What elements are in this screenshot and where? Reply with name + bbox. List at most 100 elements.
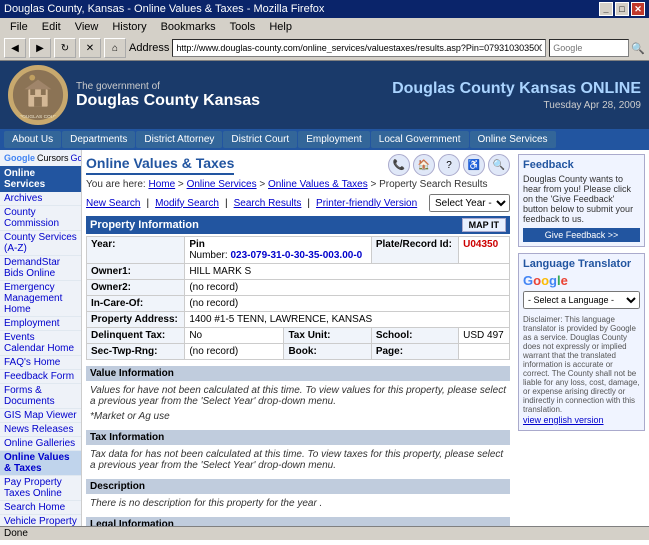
reload-button[interactable]: ↻ (54, 38, 76, 58)
number-label: Number: (189, 250, 227, 261)
sidebar-item-pay-taxes[interactable]: Pay Property Taxes Online (0, 476, 81, 501)
help-icon[interactable]: ? (438, 154, 460, 176)
google-label: Google (4, 153, 35, 163)
breadcrumb-online-values[interactable]: Online Values & Taxes (268, 179, 368, 190)
sidebar-item-demandstar[interactable]: DemandStar Bids Online (0, 256, 81, 281)
owner1-label: Owner1: (87, 264, 185, 280)
menu-help[interactable]: Help (263, 20, 298, 34)
nav-district-court[interactable]: District Court (223, 131, 297, 148)
phone-icon[interactable]: 📞 (388, 154, 410, 176)
stop-button[interactable]: ✕ (79, 38, 101, 58)
page-wrapper: DOUGLAS COUNTY The government of Douglas… (0, 61, 649, 526)
address-label: Address (129, 42, 169, 54)
menu-history[interactable]: History (106, 20, 152, 34)
year-label: Year: (87, 237, 185, 264)
legal-info-title: Legal Information (86, 517, 510, 526)
home-icon[interactable]: 🏠 (413, 154, 435, 176)
title-bar: Douglas County, Kansas - Online Values &… (0, 0, 649, 18)
sidebar-item-feedback[interactable]: Feedback Form (0, 370, 81, 384)
owner2-value: (no record) (185, 280, 510, 296)
language-select[interactable]: - Select a Language - (523, 291, 640, 309)
site-header: DOUGLAS COUNTY The government of Douglas… (0, 61, 649, 129)
sidebar-item-commission[interactable]: County Commission (0, 206, 81, 231)
close-button[interactable]: ✕ (631, 2, 645, 16)
school-value: USD 497 (459, 328, 510, 344)
search-input[interactable] (549, 39, 629, 57)
new-search-link[interactable]: New Search (86, 198, 140, 209)
address-bar: Address (129, 39, 546, 57)
search-results-link[interactable]: Search Results (234, 198, 302, 209)
table-row: Owner2: (no record) (87, 280, 510, 296)
sidebar-item-forms[interactable]: Forms & Documents (0, 384, 81, 409)
pin-number: 023-079-31-0-30-35-003.00-0 (230, 250, 362, 261)
cursors-label: Cursors (37, 153, 69, 163)
action-bar: New Search | Modify Search | Search Resu… (86, 194, 510, 212)
delinquent-label: Delinquent Tax: (87, 328, 185, 344)
language-box: Language Translator Google - Select a La… (518, 253, 645, 431)
description-section: Description There is no description for … (86, 479, 510, 511)
nav-local-government[interactable]: Local Government (371, 131, 469, 148)
sidebar-item-archives[interactable]: Archives (0, 192, 81, 206)
minimize-button[interactable]: _ (599, 2, 613, 16)
breadcrumb-home[interactable]: Home (148, 179, 175, 190)
nav-about-us[interactable]: About Us (4, 131, 61, 148)
sidebar-item-faq[interactable]: FAQ's Home (0, 356, 81, 370)
sidebar-item-search[interactable]: Search Home (0, 501, 81, 515)
menu-edit[interactable]: Edit (36, 20, 67, 34)
sidebar-item-online-values[interactable]: Online Values & Taxes (0, 451, 81, 476)
feedback-button[interactable]: Give Feedback >> (523, 228, 640, 242)
phone-icons: 📞 🏠 ? ♿ 🔍 (388, 154, 510, 176)
accessibility-icon[interactable]: ♿ (463, 154, 485, 176)
nav-online-services[interactable]: Online Services (470, 131, 556, 148)
menu-bookmarks[interactable]: Bookmarks (155, 20, 222, 34)
printer-friendly-link[interactable]: Printer-friendly Version (316, 198, 417, 209)
home-button[interactable]: ⌂ (104, 38, 126, 58)
logo-text: The government of Douglas County Kansas (76, 81, 260, 110)
sidebar: Google Cursors Go Online Services Archiv… (0, 150, 82, 526)
modify-search-link[interactable]: Modify Search (155, 198, 219, 209)
select-year-container: Select Year - (429, 194, 510, 212)
owner1-value: HILL MARK S (185, 264, 510, 280)
delinquent-value: No (185, 328, 284, 344)
sidebar-item-news[interactable]: News Releases (0, 423, 81, 437)
maximize-button[interactable]: □ (615, 2, 629, 16)
pin-label: Pin (189, 239, 205, 250)
description-title: Description (86, 479, 510, 494)
property-info-header: Property Information MAP IT (86, 216, 510, 234)
property-info-title: Property Information (90, 219, 199, 231)
county-logo: DOUGLAS COUNTY (8, 65, 68, 125)
sidebar-item-employment[interactable]: Employment (0, 317, 81, 331)
main-layout: Google Cursors Go Online Services Archiv… (0, 150, 649, 526)
search-page-icon[interactable]: 🔍 (488, 154, 510, 176)
search-icon: 🔍 (631, 42, 645, 55)
language-title: Language Translator (523, 258, 640, 270)
sidebar-item-events[interactable]: Events Calendar Home (0, 331, 81, 356)
breadcrumb-online-services[interactable]: Online Services (187, 179, 257, 190)
nav-employment[interactable]: Employment (298, 131, 370, 148)
view-english-link[interactable]: view english version (523, 415, 604, 425)
address-value: 1400 #1-5 TENN, LAWRENCE, KANSAS (185, 312, 510, 328)
nav-departments[interactable]: Departments (62, 131, 135, 148)
menu-view[interactable]: View (69, 20, 105, 34)
incare-label: In-Care-Of: (87, 296, 185, 312)
sidebar-item-county-services[interactable]: County Services (A-Z) (0, 231, 81, 256)
feedback-title: Feedback (523, 159, 640, 171)
sidebar-item-vehicle[interactable]: Vehicle Property Tax Estimator (0, 515, 81, 526)
select-year-dropdown[interactable]: Select Year - (429, 194, 510, 212)
logo-area: DOUGLAS COUNTY The government of Douglas… (8, 65, 260, 125)
site-title-prefix: Douglas County Kansas (392, 80, 580, 97)
menu-file[interactable]: File (4, 20, 34, 34)
go-label[interactable]: Go (71, 153, 82, 163)
address-input[interactable] (172, 39, 546, 57)
back-button[interactable]: ◀ (4, 38, 26, 58)
map-it-button[interactable]: MAP IT (462, 218, 506, 232)
forward-button[interactable]: ▶ (29, 38, 51, 58)
sidebar-item-galleries[interactable]: Online Galleries (0, 437, 81, 451)
book-label: Book: (284, 344, 371, 360)
feedback-text: Douglas County wants to hear from you! P… (523, 174, 640, 224)
taxunit-label: Tax Unit: (284, 328, 371, 344)
menu-tools[interactable]: Tools (224, 20, 262, 34)
sidebar-item-emergency[interactable]: Emergency Management Home (0, 281, 81, 317)
sidebar-item-gis[interactable]: GIS Map Viewer (0, 409, 81, 423)
nav-district-attorney[interactable]: District Attorney (136, 131, 222, 148)
